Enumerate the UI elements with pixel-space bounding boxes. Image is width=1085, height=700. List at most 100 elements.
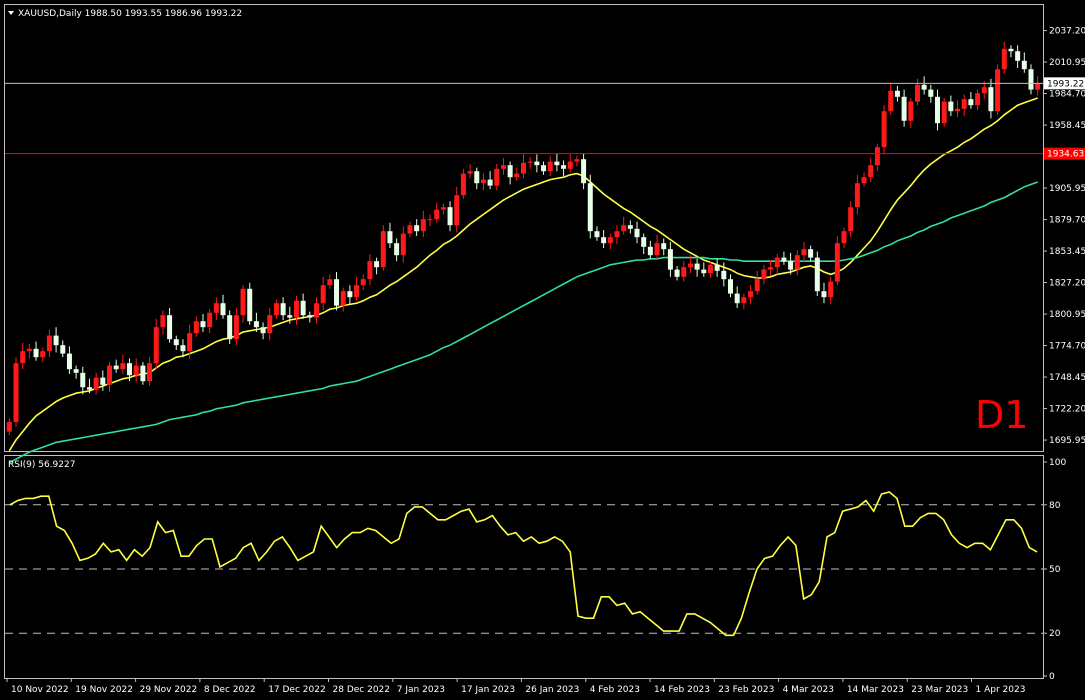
- candle-body: [634, 228, 640, 238]
- candle-body: [467, 171, 473, 174]
- candle-body: [794, 255, 800, 270]
- price-axis-ticks: 2037.202010.951984.701958.451932.201905.…: [1043, 27, 1085, 446]
- candle-body: [581, 159, 587, 184]
- price-tick-label: 1695.95: [1049, 436, 1085, 446]
- candle-body: [728, 279, 733, 294]
- candle-body: [514, 173, 520, 178]
- candle-body: [260, 327, 266, 334]
- time-tick-label: 23 Mar 2023: [911, 685, 968, 695]
- candle-body: [935, 96, 940, 124]
- candle-body: [200, 321, 206, 328]
- price-tick-label: 1722.20: [1049, 405, 1085, 415]
- candle-body: [995, 69, 1001, 112]
- candle-body: [948, 101, 954, 112]
- candle-body: [614, 231, 620, 238]
- candle-body: [147, 363, 153, 382]
- candle-body: [287, 315, 293, 318]
- rsi-levels: 100 80 50 20 0: [5, 458, 1066, 682]
- rsi-tick-label: 50: [1049, 565, 1061, 575]
- candle-body: [594, 231, 600, 238]
- candle-body: [661, 243, 667, 250]
- time-tick-label: 26 Jan 2023: [525, 685, 579, 695]
- candle-body: [928, 89, 934, 97]
- candle-body: [267, 315, 273, 334]
- candle-body: [1015, 51, 1021, 61]
- candle-body: [527, 161, 533, 163]
- candle-body: [561, 165, 567, 169]
- candle-body: [868, 165, 874, 178]
- candle-body: [394, 243, 400, 256]
- time-tick-label: 7 Jan 2023: [397, 685, 445, 695]
- candle-body: [13, 363, 19, 422]
- candle-body: [681, 267, 687, 277]
- candle-body: [874, 147, 880, 166]
- time-tick-label: 28 Dec 2022: [333, 685, 391, 695]
- candle-body: [26, 348, 32, 352]
- candle-body: [748, 291, 754, 298]
- candle-body: [921, 84, 927, 90]
- candle-body: [60, 345, 66, 354]
- time-tick-label: 29 Nov 2022: [140, 685, 198, 695]
- candle-body: [240, 288, 246, 316]
- candle-body: [280, 303, 286, 316]
- candle-body: [955, 108, 961, 112]
- candle-body: [601, 237, 607, 244]
- candle-body: [741, 297, 747, 304]
- candle-body: [848, 207, 854, 232]
- candle-body: [494, 168, 500, 186]
- candle-body: [187, 333, 193, 352]
- rsi-tick-label: 0: [1049, 672, 1055, 682]
- candle-body: [541, 165, 547, 172]
- symbol-header: XAUUSD,Daily 1988.50 1993.55 1986.96 199…: [18, 9, 242, 19]
- candle-body: [73, 369, 79, 373]
- candle-body: [33, 348, 39, 358]
- candle-body: [193, 321, 199, 334]
- candle-body: [647, 246, 653, 256]
- candle-body: [327, 279, 333, 286]
- price-tick-label: 1748.45: [1049, 373, 1085, 383]
- candle-body: [701, 269, 707, 274]
- candle-body: [293, 300, 299, 318]
- time-tick-label: 1 Apr 2023: [976, 685, 1026, 695]
- price-tick-label: 2037.20: [1049, 27, 1085, 37]
- triangle-down-icon[interactable]: [8, 11, 14, 15]
- candle-body: [834, 243, 840, 282]
- candle-body: [1008, 48, 1014, 52]
- candle-body: [714, 264, 720, 271]
- candle-body: [253, 321, 259, 328]
- candle-body: [66, 353, 72, 370]
- candle-body: [721, 270, 727, 280]
- rsi-header: RSI(9) 56.9227: [8, 460, 75, 470]
- candle-body: [707, 264, 713, 274]
- candle-body: [227, 315, 233, 340]
- time-tick-label: 17 Dec 2022: [268, 685, 326, 695]
- candle-body: [340, 291, 346, 306]
- candle-body: [354, 285, 360, 298]
- time-tick-label: 14 Feb 2023: [654, 685, 710, 695]
- candle-body: [754, 279, 760, 292]
- candle-body: [808, 249, 814, 258]
- rsi-tick-label: 80: [1049, 501, 1061, 511]
- candle-body: [440, 207, 446, 210]
- candle-body: [320, 285, 326, 304]
- candle-body: [307, 315, 313, 318]
- candle-body: [300, 300, 306, 316]
- rsi-line-group: [9, 491, 1038, 637]
- candle-body: [153, 327, 159, 364]
- candle-body: [674, 269, 680, 277]
- candle-body: [894, 90, 900, 97]
- ma-fast-line: [8, 97, 1038, 452]
- candle-body: [220, 303, 226, 316]
- time-tick-label: 14 Mar 2023: [847, 685, 904, 695]
- candle-body: [420, 219, 426, 232]
- candle-body: [567, 161, 573, 169]
- candle-body: [487, 179, 493, 186]
- price-tick-label: 1984.70: [1049, 90, 1085, 100]
- candle-body: [460, 173, 466, 196]
- rsi-tick-label: 100: [1049, 458, 1066, 468]
- candle-body: [881, 111, 887, 148]
- candle-body: [46, 335, 52, 352]
- candle-body: [814, 257, 820, 292]
- candle-body: [40, 351, 46, 358]
- candle-body: [761, 269, 767, 280]
